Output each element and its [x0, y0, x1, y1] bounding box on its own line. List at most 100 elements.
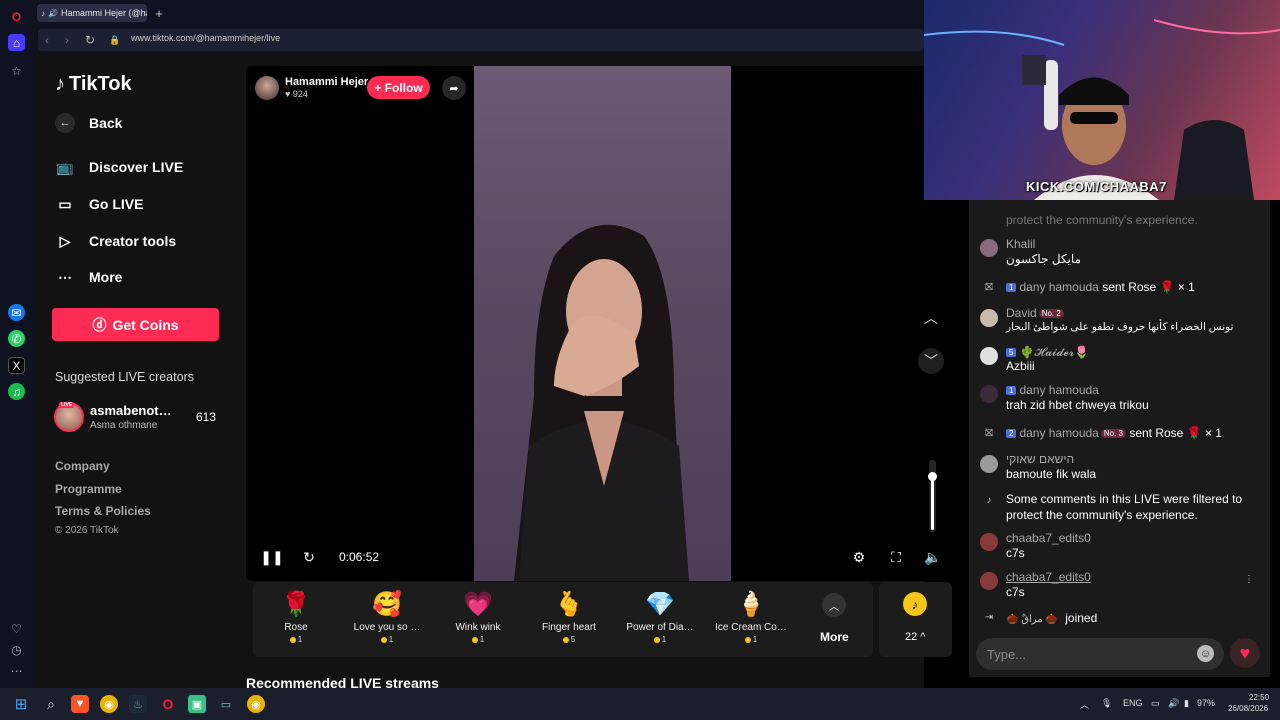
- chat-username[interactable]: dany hamouda: [1019, 280, 1098, 294]
- chat-system-text: protect the community's experience.: [1006, 508, 1198, 522]
- network-icon[interactable]: ▭: [1151, 698, 1160, 709]
- chrome-icon[interactable]: ◉: [247, 695, 265, 713]
- browser-tab[interactable]: ♪ 🔊 Hamammi Hejer (@ha…: [37, 4, 147, 22]
- nav-more[interactable]: ⋯ More: [55, 267, 122, 287]
- chat-username[interactable]: 🌵𝓗𝓪𝓲𝓭𝓮𝓻🌷: [1019, 345, 1089, 359]
- follow-button[interactable]: + Follow: [367, 76, 430, 99]
- tray-chevron-icon[interactable]: ︿: [1080, 698, 1089, 711]
- speaker-icon[interactable]: 🔈: [923, 547, 943, 567]
- share-icon[interactable]: ➦: [442, 76, 466, 100]
- kebab-menu-icon[interactable]: ⋮: [1242, 572, 1256, 586]
- avatar[interactable]: [980, 533, 998, 551]
- rose-icon: 🌹: [281, 591, 311, 618]
- chat-username[interactable]: chaaba7_edits0: [1006, 570, 1091, 584]
- avatar[interactable]: [980, 455, 998, 473]
- chat-input-placeholder[interactable]: Type...: [987, 647, 1026, 662]
- chat-username[interactable]: dany hamouda: [1019, 426, 1098, 440]
- star-icon[interactable]: ☆: [8, 62, 25, 79]
- language-indicator[interactable]: ENG: [1123, 698, 1143, 708]
- microphone-icon[interactable]: 🎙: [1101, 698, 1112, 709]
- chevron-up-icon[interactable]: ︿: [822, 593, 846, 617]
- nav-go-live[interactable]: ▭ Go LIVE: [55, 194, 143, 214]
- clock-time[interactable]: 22:50: [1249, 693, 1269, 702]
- chat-username[interactable]: 🌰 مراقٌ 🌰: [1006, 614, 1058, 625]
- level-badge: 5: [1006, 348, 1017, 358]
- heart-icon[interactable]: ♡: [8, 620, 25, 637]
- chat-gift-row[interactable]: 1 dany hamouda sent Rose 🌹 × 1: [1006, 280, 1195, 294]
- footer-terms[interactable]: Terms & Policies: [55, 504, 151, 518]
- chat-username[interactable]: David: [1006, 306, 1037, 320]
- fullscreen-icon[interactable]: ⛶: [886, 547, 906, 567]
- nav-discover-live[interactable]: 📺 Discover LIVE: [55, 157, 183, 177]
- chat-text: c7s: [1006, 546, 1025, 560]
- speaker-icon[interactable]: 🔊: [1168, 698, 1179, 709]
- back-button[interactable]: ← Back: [55, 113, 122, 133]
- avatar[interactable]: [980, 239, 998, 257]
- avatar[interactable]: [980, 347, 998, 365]
- gift-finger-heart[interactable]: 🫰 Finger heart 5: [527, 588, 611, 644]
- avatar[interactable]: [980, 309, 998, 327]
- footer-company[interactable]: Company: [55, 459, 110, 473]
- history-icon[interactable]: ◷: [8, 641, 25, 658]
- x-twitter-icon[interactable]: X: [8, 357, 25, 374]
- messenger-icon[interactable]: ✉: [8, 304, 25, 321]
- live-video[interactable]: [474, 66, 731, 581]
- back-nav-icon[interactable]: ‹: [38, 30, 56, 50]
- settings-icon[interactable]: ⚙: [849, 547, 869, 567]
- windows-start-icon[interactable]: ⊞: [12, 695, 30, 713]
- forward-nav-icon[interactable]: ›: [58, 30, 76, 50]
- gift-price: 1: [709, 635, 793, 644]
- battery-icon[interactable]: ▮: [1184, 698, 1189, 709]
- more-dots-icon[interactable]: ⋯: [8, 662, 25, 679]
- emoji-icon[interactable]: ☺: [1197, 645, 1214, 662]
- host-name[interactable]: Hamammi Hejer: [285, 76, 368, 88]
- avatar[interactable]: [980, 572, 998, 590]
- volume-knob[interactable]: [928, 472, 937, 481]
- whatsapp-icon[interactable]: ✆: [8, 330, 25, 347]
- gift-name: Finger heart: [542, 622, 596, 633]
- gift-power-of-diamond[interactable]: 💎 Power of Dia… 1: [618, 588, 702, 644]
- creator-name[interactable]: asmabenot…: [90, 403, 172, 418]
- chat-username[interactable]: Khalil: [1006, 237, 1035, 251]
- reload-icon[interactable]: ↻: [81, 30, 99, 50]
- new-tab-button[interactable]: +: [150, 4, 168, 22]
- chevron-down-icon[interactable]: ﹀: [918, 348, 944, 374]
- coin-icon: [380, 636, 387, 643]
- chrome-icon[interactable]: ◉: [100, 695, 118, 713]
- gift-icon: ⛝: [985, 427, 993, 439]
- get-coins-button[interactable]: ⓓ Get Coins: [52, 308, 219, 341]
- chat-user-row[interactable]: 1 dany hamouda: [1006, 383, 1099, 397]
- footer-programme[interactable]: Programme: [55, 482, 122, 496]
- opera-logo-icon[interactable]: O: [8, 8, 25, 25]
- url-text[interactable]: www.tiktok.com/@hamammihejer/live: [131, 33, 280, 43]
- host-avatar[interactable]: [255, 76, 279, 100]
- gift-love-you[interactable]: 🥰 Love you so … 1: [345, 588, 429, 644]
- clock-date[interactable]: 26/08/2026: [1228, 704, 1268, 713]
- app-icon[interactable]: ▣: [188, 695, 206, 713]
- chat-user-row[interactable]: David No. 2: [1006, 306, 1064, 320]
- search-icon[interactable]: ⌕: [42, 695, 60, 713]
- gift-rose[interactable]: 🌹 Rose 1: [254, 588, 338, 644]
- gift-more-button[interactable]: More: [820, 630, 849, 644]
- replay-icon[interactable]: ↻: [299, 547, 319, 567]
- chevron-up-icon[interactable]: ︿: [918, 305, 944, 331]
- chat-username[interactable]: dany hamouda: [1019, 383, 1098, 397]
- spotify-icon[interactable]: ♫: [8, 383, 25, 400]
- chat-username[interactable]: הישאם שאוקי: [1006, 452, 1074, 466]
- home-icon[interactable]: ⌂: [8, 34, 25, 51]
- brave-browser-icon[interactable]: ▼: [71, 695, 89, 713]
- pause-icon[interactable]: ❚❚: [260, 547, 283, 567]
- coin-icon: ⓓ: [92, 316, 107, 333]
- chat-gift-row[interactable]: 2 dany hamouda No. 3 sent Rose 🌹 × 1: [1006, 426, 1222, 440]
- terminal-icon[interactable]: ▭: [217, 695, 235, 713]
- tiktok-logo[interactable]: ♪ TikTok: [55, 73, 132, 96]
- heart-like-icon[interactable]: ♥: [1230, 638, 1260, 668]
- opera-icon[interactable]: O: [159, 695, 177, 713]
- chat-username[interactable]: chaaba7_edits0: [1006, 531, 1091, 545]
- gift-ice-cream[interactable]: 🍦 Ice Cream Co… 1: [709, 588, 793, 644]
- steam-icon[interactable]: ♨: [129, 695, 147, 713]
- nav-creator-tools[interactable]: ▷ Creator tools: [55, 231, 177, 251]
- gift-wink-wink[interactable]: 💗 Wink wink 1: [436, 588, 520, 644]
- avatar[interactable]: [980, 385, 998, 403]
- chat-user-row[interactable]: 5 🌵𝓗𝓪𝓲𝓭𝓮𝓻🌷: [1006, 345, 1089, 360]
